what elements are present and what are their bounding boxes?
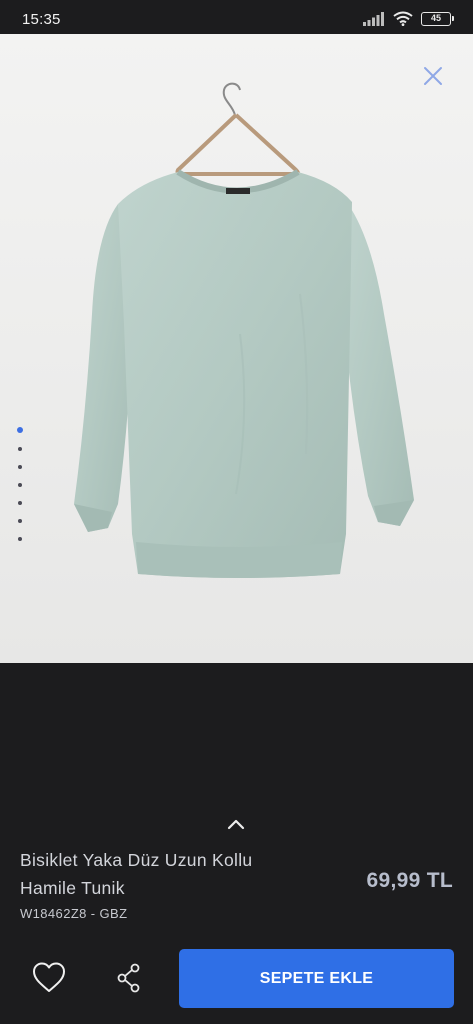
heart-icon — [33, 962, 65, 992]
pager-dot[interactable] — [18, 447, 22, 451]
pager-dot[interactable] — [18, 519, 22, 523]
image-pager[interactable] — [17, 427, 23, 541]
share-button[interactable] — [114, 960, 144, 996]
pager-dot-active[interactable] — [17, 427, 23, 433]
chevron-up-icon — [227, 819, 245, 830]
add-to-cart-button[interactable]: SEPETE EKLE — [179, 949, 454, 1008]
product-image-gallery[interactable] — [0, 34, 473, 663]
product-title: Bisiklet Yaka Düz Uzun Kollu Hamile Tuni… — [20, 846, 330, 902]
product-title-line: Bisiklet Yaka Düz Uzun Kollu — [20, 850, 253, 870]
share-icon — [117, 963, 140, 993]
status-bar: 15:35 45 — [0, 0, 473, 34]
pager-dot[interactable] — [18, 537, 22, 541]
expand-details-button[interactable] — [223, 812, 249, 836]
product-photo[interactable] — [0, 34, 473, 663]
signal-icon — [363, 11, 384, 26]
product-price: 69,99 TL — [366, 869, 453, 892]
close-button[interactable] — [421, 64, 445, 88]
close-icon — [424, 67, 442, 85]
pager-dot[interactable] — [18, 483, 22, 487]
status-time: 15:35 — [22, 11, 61, 28]
product-title-line: Hamile Tunik — [20, 878, 125, 898]
pager-dot[interactable] — [18, 465, 22, 469]
wifi-icon — [393, 11, 413, 26]
status-icons: 45 — [363, 11, 454, 26]
battery-icon: 45 — [421, 11, 454, 26]
pager-dot[interactable] — [18, 501, 22, 505]
favorite-button[interactable] — [31, 960, 67, 996]
product-sku: W18462Z8 - GBZ — [20, 906, 128, 921]
